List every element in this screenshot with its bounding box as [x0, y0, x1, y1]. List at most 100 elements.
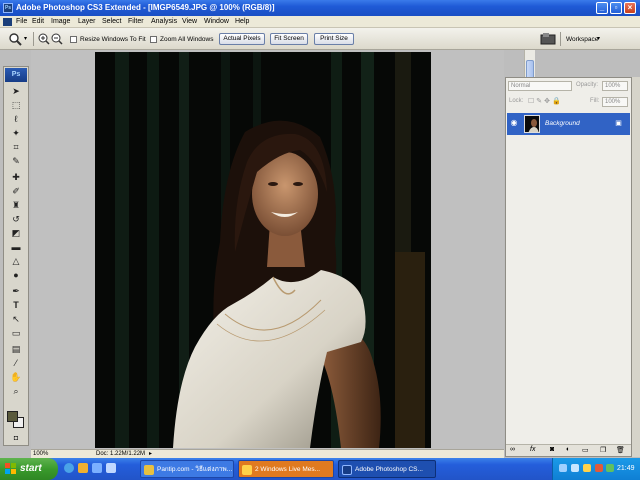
foreground-color-swatch[interactable]: [7, 411, 18, 422]
zoom-all-windows-label: Zoom All Windows: [160, 36, 214, 43]
move-tool-icon[interactable]: ➤: [9, 85, 23, 97]
gradient-tool-icon[interactable]: ▬: [9, 241, 23, 253]
blend-mode-select[interactable]: Normal: [508, 81, 572, 91]
menu-help[interactable]: Help: [235, 17, 249, 27]
alert-icon[interactable]: [595, 464, 603, 472]
layers-panel-footer: ∞ fx ◙ ◐ ▭ ❐ 🗑: [506, 444, 631, 456]
restore-button[interactable]: ▫: [610, 2, 622, 14]
workspace-menu[interactable]: Workspace: [566, 35, 598, 44]
lock-label: Lock:: [509, 98, 524, 104]
blur-tool-icon[interactable]: △: [9, 255, 23, 267]
workspace-chevron-icon[interactable]: ▾: [597, 35, 600, 44]
tool-preset-chevron-icon[interactable]: ▾: [24, 35, 27, 42]
history-brush-icon[interactable]: ↺: [9, 213, 23, 225]
zoom-tool-icon[interactable]: ⌕: [9, 385, 23, 397]
panel-dock-strip: [632, 77, 640, 457]
zoom-out-icon[interactable]: [51, 33, 63, 45]
notes-tool-icon[interactable]: ▤: [9, 343, 23, 355]
menu-image[interactable]: Image: [51, 17, 70, 27]
system-tray: 21:49: [552, 458, 640, 480]
menu-analysis[interactable]: Analysis: [151, 17, 177, 27]
close-button[interactable]: ×: [624, 2, 636, 14]
delete-layer-icon[interactable]: 🗑: [616, 446, 625, 454]
new-group-icon[interactable]: ▭: [582, 446, 589, 454]
menu-window[interactable]: Window: [204, 17, 229, 27]
menu-view[interactable]: View: [182, 17, 197, 27]
network-icon[interactable]: [559, 464, 567, 472]
healing-brush-icon[interactable]: ✚: [9, 171, 23, 183]
eyedropper-icon[interactable]: ⁄: [9, 357, 23, 369]
fit-screen-button[interactable]: Fit Screen: [270, 33, 308, 45]
layer-thumbnail: [524, 115, 540, 133]
taskbar-item-photoshop[interactable]: Adobe Photoshop CS...: [338, 460, 436, 478]
layer-style-icon[interactable]: fx: [530, 446, 535, 453]
adjustment-layer-icon[interactable]: ◐: [566, 446, 570, 453]
document-window: [31, 50, 535, 458]
start-button[interactable]: start: [0, 458, 58, 480]
app-tray-icon[interactable]: [606, 464, 614, 472]
zoom-in-icon[interactable]: [38, 33, 50, 45]
zoom-all-windows-checkbox[interactable]: [150, 36, 157, 43]
taskbar-label: 2 Windows Live Mes...: [255, 466, 321, 473]
taskbar-item-messenger[interactable]: 2 Windows Live Mes...: [238, 460, 334, 478]
layer-row-background[interactable]: ◉ Background ▣: [507, 113, 630, 135]
clock[interactable]: 21:49: [617, 458, 635, 480]
desktop-icon[interactable]: [92, 463, 102, 473]
print-size-button[interactable]: Print Size: [314, 33, 354, 45]
slice-tool-icon[interactable]: ✎: [9, 155, 23, 167]
windows-logo-icon: [5, 463, 16, 474]
eye-icon[interactable]: ◉: [509, 118, 519, 128]
dodge-tool-icon[interactable]: ●: [9, 269, 23, 281]
zoom-icon[interactable]: [8, 32, 22, 46]
minimize-button[interactable]: _: [596, 2, 608, 14]
fill-input[interactable]: 100%: [602, 97, 628, 107]
menu-filter[interactable]: Filter: [128, 17, 144, 27]
clone-stamp-icon[interactable]: ♜: [9, 199, 23, 211]
security-icon[interactable]: [583, 464, 591, 472]
lock-icons[interactable]: ☐✎✥🔒: [528, 97, 563, 105]
ps-logo[interactable]: Ps: [5, 68, 27, 82]
shape-tool-icon[interactable]: ▭: [9, 327, 23, 339]
quick-mask-icon[interactable]: ◘: [9, 433, 23, 445]
messenger-icon[interactable]: [78, 463, 88, 473]
ie-icon[interactable]: [64, 463, 74, 473]
pen-tool-icon[interactable]: ✒: [9, 285, 23, 297]
resize-windows-checkbox[interactable]: [70, 36, 77, 43]
photo-image: [95, 52, 431, 448]
lasso-tool-icon[interactable]: ℓ: [9, 113, 23, 125]
menu-layer[interactable]: Layer: [78, 17, 96, 27]
taskbar-label: Adobe Photoshop CS...: [355, 466, 423, 473]
taskbar-item-browser[interactable]: Pantip.com - วิธีแต่งภาพ...: [140, 460, 234, 478]
ps-menu-icon[interactable]: [3, 18, 12, 26]
layer-name: Background: [545, 120, 580, 127]
status-menu-arrow-icon[interactable]: ▸: [149, 450, 152, 458]
volume-icon[interactable]: [571, 464, 579, 472]
actual-pixels-button[interactable]: Actual Pixels: [219, 33, 265, 45]
resize-windows-label: Resize Windows To Fit: [80, 36, 146, 43]
type-tool-icon[interactable]: T: [9, 299, 23, 311]
opacity-input[interactable]: 100%: [602, 81, 628, 91]
brush-tool-icon[interactable]: ✐: [9, 185, 23, 197]
crop-tool-icon[interactable]: ⌗: [9, 141, 23, 153]
path-selection-icon[interactable]: ↖: [9, 313, 23, 325]
marquee-tool-icon[interactable]: ⬚: [9, 99, 23, 111]
divider: [560, 32, 561, 46]
link-layers-icon[interactable]: ∞: [510, 446, 515, 453]
menu-bar: File Edit Image Layer Select Filter Anal…: [0, 16, 640, 28]
zoom-level[interactable]: 100%: [33, 450, 48, 458]
folder-icon[interactable]: [106, 463, 116, 473]
menu-file[interactable]: File: [16, 17, 27, 27]
menu-select[interactable]: Select: [102, 17, 121, 27]
eraser-icon[interactable]: ◩: [9, 227, 23, 239]
ps-app-icon[interactable]: Ps: [3, 3, 13, 13]
new-layer-icon[interactable]: ❐: [600, 446, 606, 454]
menu-edit[interactable]: Edit: [32, 17, 44, 27]
window-title: Adobe Photoshop CS3 Extended - [IMGP6549…: [16, 3, 275, 12]
hand-tool-icon[interactable]: ✋: [9, 371, 23, 383]
fill-label: Fill:: [590, 98, 600, 104]
opacity-label: Opacity:: [576, 82, 599, 88]
layer-mask-icon[interactable]: ◙: [550, 446, 554, 453]
palette-well-icon[interactable]: [540, 32, 556, 46]
magic-wand-icon[interactable]: ✦: [9, 127, 23, 139]
image-canvas[interactable]: [95, 52, 431, 448]
